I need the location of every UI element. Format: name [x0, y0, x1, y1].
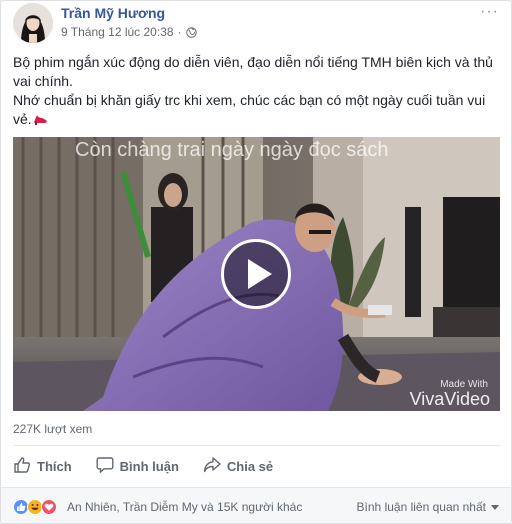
author-name[interactable]: Trần Mỹ Hương: [61, 5, 165, 21]
reaction-names[interactable]: An Nhiên, Trần Diễm My và 15K người khác: [67, 500, 302, 514]
shoe-emoji-icon: [32, 111, 48, 127]
comment-button[interactable]: Bình luận: [96, 456, 179, 477]
share-button[interactable]: Chia sẻ: [203, 456, 273, 477]
like-label: Thích: [37, 458, 72, 474]
dot-separator: ·: [177, 25, 182, 39]
caret-down-icon: [491, 500, 499, 514]
share-label: Chia sẻ: [226, 458, 274, 474]
post-header: Trần Mỹ Hương 9 Tháng 12 lúc 20:38 · ···: [13, 1, 501, 47]
share-icon: [203, 456, 221, 477]
view-count: 227K lượt xem: [13, 422, 93, 436]
comment-icon: [96, 456, 114, 477]
post-text: Bộ phim ngắn xúc động do diễn viên, đạo …: [13, 53, 499, 129]
action-bar: Thích Bình luận Chia sẻ: [13, 449, 500, 483]
post-meta: 9 Tháng 12 lúc 20:38 ·: [61, 25, 197, 39]
love-icon: [41, 499, 57, 515]
post-text-line: Bộ phim ngắn xúc động do diễn viên, đạo …: [13, 54, 493, 89]
video-title-overlay: Còn chàng trai ngày ngày đọc sách: [75, 139, 389, 161]
post-card: Trần Mỹ Hương 9 Tháng 12 lúc 20:38 · ···…: [0, 0, 512, 524]
reactions-footer: An Nhiên, Trần Diễm My và 15K người khác…: [1, 488, 511, 523]
like-button[interactable]: Thích: [13, 456, 72, 477]
comment-filter-dropdown[interactable]: Bình luận liên quan nhất: [357, 500, 499, 514]
post-text-line: Nhớ chuẩn bị khăn giấy trc khi xem, chúc…: [13, 91, 499, 129]
reaction-icons[interactable]: [13, 499, 57, 515]
globe-icon[interactable]: [185, 26, 197, 38]
play-icon[interactable]: [221, 239, 291, 309]
avatar[interactable]: [13, 3, 53, 43]
thumbs-up-icon: [13, 456, 31, 477]
comment-filter-label: Bình luận liên quan nhất: [356, 500, 486, 514]
comment-label: Bình luận: [119, 458, 179, 474]
more-options-icon[interactable]: ···: [480, 3, 499, 21]
post-text-line-content: Nhớ chuẩn bị khăn giấy trc khi xem, chúc…: [13, 92, 486, 127]
watermark-vivavideo: VivaVideo: [409, 389, 490, 409]
divider: [13, 445, 500, 446]
post-timestamp[interactable]: 9 Tháng 12 lúc 20:38: [61, 25, 174, 39]
video-player[interactable]: Còn chàng trai ngày ngày đọc sách Made W…: [13, 137, 500, 411]
